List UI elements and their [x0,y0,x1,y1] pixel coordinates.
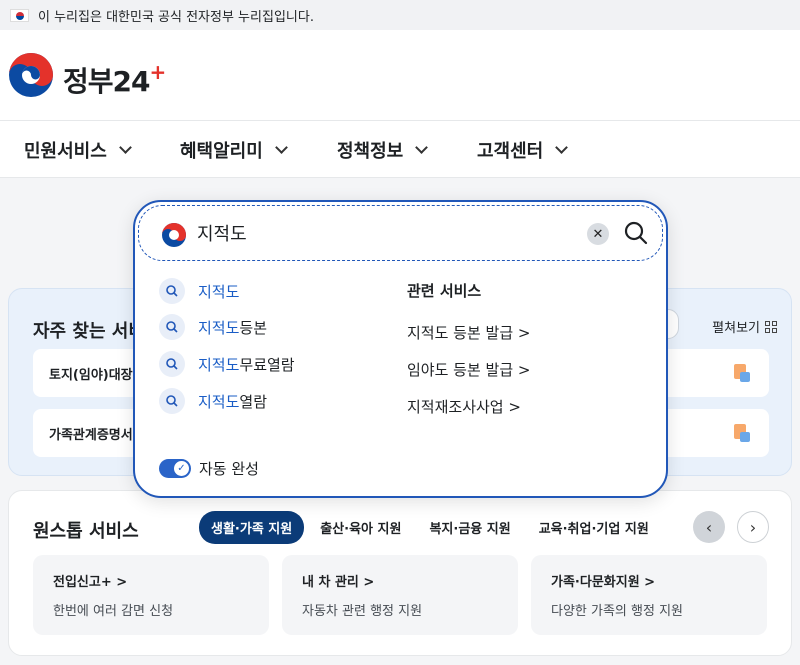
next-button[interactable]: › [737,511,769,543]
chip-life-family[interactable]: 생활·가족 지원 [199,511,305,544]
service-card[interactable]: 내 차 관리 > 자동차 관련 행정 지원 [282,555,518,635]
nav-label: 고객센터 [477,141,544,162]
service-desc: 한번에 여러 감면 신청 [53,604,174,619]
related-service-link[interactable]: 지적재조사사업 > [407,396,521,417]
service-desc: 다양한 가족의 행정 지원 [551,604,683,619]
chevron-right-icon: › [749,517,757,537]
related-service-link[interactable]: 지적도 등본 발급 > [407,322,530,343]
search-icon [159,314,185,340]
onestop-services: 원스톱 서비스 생활·가족 지원 출산·육아 지원 복지·금융 지원 교육·취업… [8,490,792,656]
card-label: 가족관계증명서 [49,427,133,443]
autocomplete-label: 자동 완성 [199,460,259,478]
nav-item-benefit[interactable]: 혜택알리미 [180,137,288,163]
nav-item-civil[interactable]: 민원서비스 [24,137,132,163]
chevron-left-icon: ‹ [705,517,713,537]
suggestion-match: 지적도 [198,282,240,301]
suggestion-item[interactable]: 지적도 무료열람 [159,351,295,377]
search-overlay: ✕ 지적도 지적도등본 지적도무료열람 지적도열람 관련 서비스 지적도 등본 … [133,200,668,498]
frequent-title: 자주 찾는 서비 [33,321,145,342]
logo-plus: + [149,60,167,84]
search-icon[interactable] [621,218,651,248]
nav-item-support[interactable]: 고객센터 [477,137,569,163]
chevron-down-icon [415,141,429,154]
search-input[interactable] [197,218,577,248]
service-card[interactable]: 전입신고+ > 한번에 여러 감면 신청 [33,555,269,635]
expand-button[interactable]: 펼쳐보기 [712,317,777,336]
service-title: 전입신고+ > [53,575,128,590]
chip-welfare-finance[interactable]: 복지·금융 지원 [417,511,522,544]
clear-button[interactable]: ✕ [587,223,609,245]
nav-label: 혜택알리미 [180,141,263,162]
chevron-down-icon [118,141,132,154]
document-icon [734,424,750,442]
autocomplete-toggle[interactable]: ✓ 자동 완성 [159,458,259,479]
service-title: 가족·다문화지원 > [551,575,656,590]
logo-word: 정부 [63,65,114,98]
close-icon: ✕ [592,226,604,242]
gov-banner-text: 이 누리집은 대한민국 공식 전자정부 누리집입니다. [38,9,314,25]
suggestion-rest: 열람 [239,392,268,411]
chevron-down-icon [555,141,569,154]
onestop-title: 원스톱 서비스 [33,521,139,542]
check-icon: ✓ [174,461,189,476]
gov-banner: 이 누리집은 대한민국 공식 전자정부 누리집입니다. [0,0,800,30]
nav-item-policy[interactable]: 정책정보 [337,137,429,163]
toggle-switch[interactable]: ✓ [159,459,191,478]
related-services-title: 관련 서비스 [407,282,482,300]
expand-label: 펼쳐보기 [712,321,760,336]
search-bar: ✕ [138,205,663,261]
suggestion-match: 지적도 [198,318,240,337]
search-icon [159,388,185,414]
related-service-link[interactable]: 임야도 등본 발급 > [407,359,530,380]
suggestion-rest: 등본 [239,318,268,337]
site-logo-text[interactable]: 정부24+ [63,60,167,100]
logo-number: 24 [112,65,151,98]
chevron-down-icon [274,141,288,154]
grid-icon [765,320,777,333]
suggestion-item[interactable]: 지적도 [159,278,239,304]
card-label: 토지(임야)대장 [49,367,133,383]
chip-education-jobs[interactable]: 교육·취업·기업 지원 [527,511,661,544]
service-title: 내 차 관리 > [302,575,375,590]
header: 정부24+ [0,30,800,120]
chip-birth-childcare[interactable]: 출산·육아 지원 [308,511,413,544]
suggestion-item[interactable]: 지적도 등본 [159,314,267,340]
category-chips: 생활·가족 지원 출산·육아 지원 복지·금융 지원 교육·취업·기업 지원 [199,511,665,544]
main-nav: 민원서비스 혜택알리미 정책정보 고객센터 [0,120,800,178]
service-card[interactable]: 가족·다문화지원 > 다양한 가족의 행정 지원 [531,555,767,635]
search-icon [159,278,185,304]
nav-label: 민원서비스 [24,141,107,162]
suggestion-rest: 무료열람 [239,355,295,374]
suggestion-match: 지적도 [198,355,240,374]
service-desc: 자동차 관련 행정 지원 [302,604,423,619]
prev-button[interactable]: ‹ [693,511,725,543]
gov-logo-icon[interactable] [8,52,54,98]
gov-logo-icon [162,223,186,247]
suggestion-match: 지적도 [198,392,240,411]
nav-label: 정책정보 [337,141,404,162]
suggestion-item[interactable]: 지적도 열람 [159,388,267,414]
korea-flag-icon [10,8,29,22]
search-icon [159,351,185,377]
document-icon [734,364,750,382]
